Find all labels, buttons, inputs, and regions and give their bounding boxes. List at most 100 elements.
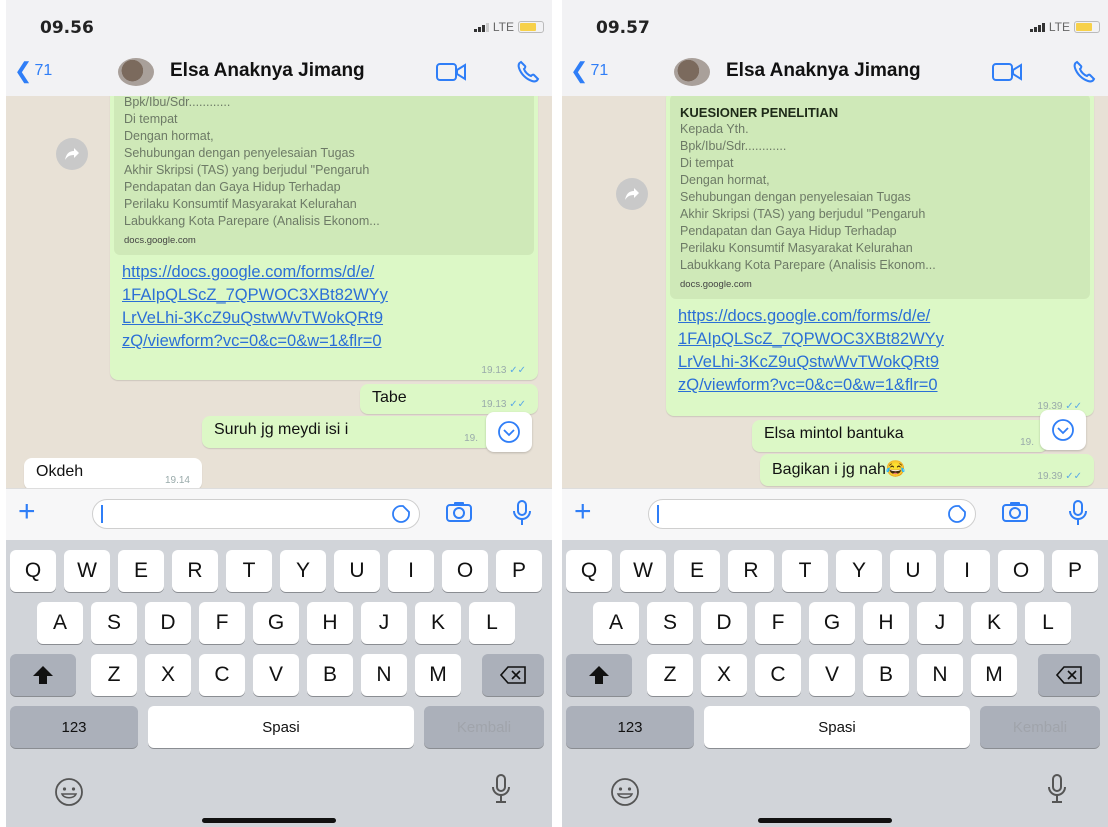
key[interactable]: X xyxy=(145,654,191,696)
key[interactable]: Y xyxy=(280,550,326,592)
key[interactable]: Z xyxy=(91,654,137,696)
avatar[interactable] xyxy=(674,58,710,86)
key[interactable]: D xyxy=(701,602,747,644)
chat-area[interactable]: KUESIONER PENELITIAN Kepada Yth. Bpk/Ibu… xyxy=(562,96,1108,488)
scroll-down-button[interactable] xyxy=(486,412,532,452)
key[interactable]: Z xyxy=(647,654,693,696)
return-key[interactable]: Kembali xyxy=(424,706,544,748)
key[interactable]: C xyxy=(199,654,245,696)
contact-name[interactable]: Elsa Anaknya Jimang xyxy=(726,60,921,82)
key[interactable]: K xyxy=(415,602,461,644)
dictation-icon[interactable] xyxy=(1046,773,1068,810)
shift-key[interactable] xyxy=(10,654,76,696)
key[interactable]: N xyxy=(361,654,407,696)
message-bubble[interactable]: Tabe 19.13 ✓✓ xyxy=(360,384,538,414)
home-indicator[interactable] xyxy=(202,818,336,823)
emoji-icon[interactable] xyxy=(610,777,640,812)
key[interactable]: W xyxy=(620,550,666,592)
link-line[interactable]: 1FAIpQLScZ_7QPWOC3XBt82WYy xyxy=(678,328,1082,351)
link-line[interactable]: 1FAIpQLScZ_7QPWOC3XBt82WYy xyxy=(122,284,526,307)
key[interactable]: G xyxy=(253,602,299,644)
video-call-icon[interactable] xyxy=(992,62,1022,87)
key[interactable]: W xyxy=(64,550,110,592)
key[interactable]: I xyxy=(388,550,434,592)
key[interactable]: B xyxy=(307,654,353,696)
key[interactable]: Q xyxy=(566,550,612,592)
message-bubble[interactable]: Okdeh 19.14 xyxy=(24,458,202,488)
key[interactable]: R xyxy=(728,550,774,592)
link-preview[interactable]: Bpk/Ibu/Sdr............ Di tempat Dengan… xyxy=(114,96,534,255)
numbers-key[interactable]: 123 xyxy=(566,706,694,748)
microphone-icon[interactable] xyxy=(1068,499,1088,532)
plus-icon[interactable]: + xyxy=(18,497,36,527)
key[interactable]: F xyxy=(755,602,801,644)
camera-icon[interactable] xyxy=(1002,501,1028,528)
link-message-bubble[interactable]: KUESIONER PENELITIAN Kepada Yth. Bpk/Ibu… xyxy=(666,96,1094,416)
form-link[interactable]: https://docs.google.com/forms/d/e/ 1FAIp… xyxy=(666,299,1094,397)
link-line[interactable]: https://docs.google.com/forms/d/e/ xyxy=(678,305,1082,328)
forward-icon[interactable] xyxy=(616,178,648,210)
form-link[interactable]: https://docs.google.com/forms/d/e/ 1FAIp… xyxy=(110,255,538,353)
key[interactable]: A xyxy=(593,602,639,644)
link-line[interactable]: LrVeLhi-3KcZ9uQstwWvTWokQRt9 xyxy=(678,351,1082,374)
key[interactable]: J xyxy=(361,602,407,644)
key[interactable]: Y xyxy=(836,550,882,592)
message-bubble[interactable]: Bagikan i jg nah😂 19.39 ✓✓ xyxy=(760,454,1094,486)
link-line[interactable]: zQ/viewform?vc=0&c=0&w=1&flr=0 xyxy=(678,374,1082,397)
back-button[interactable]: ❮ 71 xyxy=(570,58,608,84)
scroll-down-button[interactable] xyxy=(1040,410,1086,450)
key[interactable]: P xyxy=(1052,550,1098,592)
key[interactable]: G xyxy=(809,602,855,644)
link-line[interactable]: https://docs.google.com/forms/d/e/ xyxy=(122,261,526,284)
home-indicator[interactable] xyxy=(758,818,892,823)
key[interactable]: Q xyxy=(10,550,56,592)
key[interactable]: V xyxy=(253,654,299,696)
numbers-key[interactable]: 123 xyxy=(10,706,138,748)
microphone-icon[interactable] xyxy=(512,499,532,532)
key[interactable]: N xyxy=(917,654,963,696)
key[interactable]: K xyxy=(971,602,1017,644)
key[interactable]: B xyxy=(863,654,909,696)
link-line[interactable]: zQ/viewform?vc=0&c=0&w=1&flr=0 xyxy=(122,330,526,353)
backspace-key[interactable] xyxy=(482,654,544,696)
key[interactable]: R xyxy=(172,550,218,592)
dictation-icon[interactable] xyxy=(490,773,512,810)
key[interactable]: X xyxy=(701,654,747,696)
phone-icon[interactable] xyxy=(1072,60,1096,89)
phone-icon[interactable] xyxy=(516,60,540,89)
camera-icon[interactable] xyxy=(446,501,472,528)
message-bubble[interactable]: Suruh jg meydi isi i 19. xyxy=(202,416,492,448)
space-key[interactable]: Spasi xyxy=(704,706,970,748)
link-preview[interactable]: KUESIONER PENELITIAN Kepada Yth. Bpk/Ibu… xyxy=(670,96,1090,299)
key[interactable]: M xyxy=(415,654,461,696)
key[interactable]: L xyxy=(1025,602,1071,644)
key[interactable]: U xyxy=(334,550,380,592)
key[interactable]: M xyxy=(971,654,1017,696)
key[interactable]: T xyxy=(782,550,828,592)
chat-area[interactable]: Bpk/Ibu/Sdr............ Di tempat Dengan… xyxy=(6,96,552,488)
avatar[interactable] xyxy=(118,58,154,86)
message-input[interactable] xyxy=(648,499,976,529)
sticker-icon[interactable] xyxy=(391,504,411,529)
key[interactable]: S xyxy=(647,602,693,644)
key[interactable]: H xyxy=(863,602,909,644)
key[interactable]: L xyxy=(469,602,515,644)
key[interactable]: T xyxy=(226,550,272,592)
key[interactable]: J xyxy=(917,602,963,644)
key[interactable]: O xyxy=(442,550,488,592)
link-line[interactable]: LrVeLhi-3KcZ9uQstwWvTWokQRt9 xyxy=(122,307,526,330)
shift-key[interactable] xyxy=(566,654,632,696)
forward-icon[interactable] xyxy=(56,138,88,170)
back-button[interactable]: ❮ 71 xyxy=(14,58,52,84)
key[interactable]: I xyxy=(944,550,990,592)
video-call-icon[interactable] xyxy=(436,62,466,87)
space-key[interactable]: Spasi xyxy=(148,706,414,748)
key[interactable]: A xyxy=(37,602,83,644)
emoji-icon[interactable] xyxy=(54,777,84,812)
key[interactable]: E xyxy=(118,550,164,592)
link-message-bubble[interactable]: Bpk/Ibu/Sdr............ Di tempat Dengan… xyxy=(110,96,538,380)
key[interactable]: P xyxy=(496,550,542,592)
key[interactable]: E xyxy=(674,550,720,592)
key[interactable]: F xyxy=(199,602,245,644)
backspace-key[interactable] xyxy=(1038,654,1100,696)
